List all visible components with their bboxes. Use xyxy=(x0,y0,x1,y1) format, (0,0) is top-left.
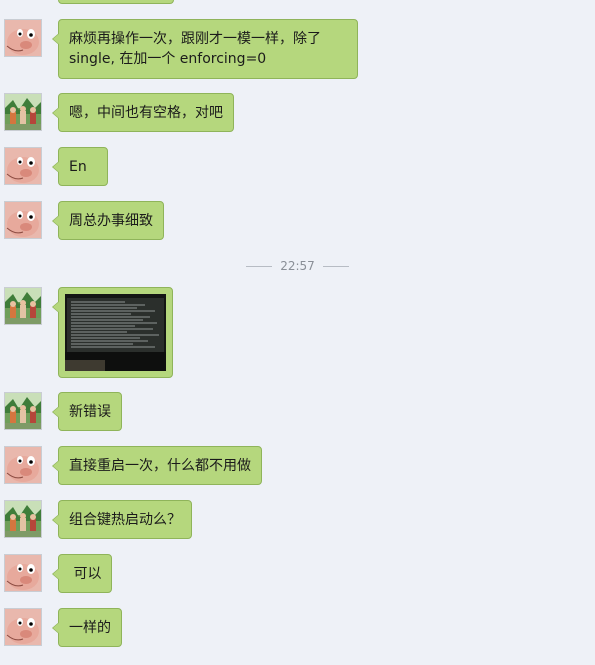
message-bubble[interactable]: 直接重启一次，什么都不用做 xyxy=(52,446,262,485)
image-message-bubble[interactable] xyxy=(52,287,173,378)
message-bubble[interactable]: 组合键热启动么？ xyxy=(52,500,192,539)
photo-avatar-icon[interactable] xyxy=(4,500,42,538)
message-bubble[interactable]: En xyxy=(52,147,108,186)
pig-avatar-icon[interactable] xyxy=(4,147,42,185)
message-text: 周总办事细致 xyxy=(69,213,153,229)
message-bubble[interactable]: 可以 xyxy=(51,554,113,593)
message-text: single, 在加一个 enforcing=0 xyxy=(69,51,267,67)
pig-avatar-icon[interactable] xyxy=(4,608,42,646)
message-text: 可以 xyxy=(69,566,102,582)
pig-avatar-icon[interactable] xyxy=(4,19,42,57)
message-text: 组合键热启动么？ xyxy=(69,512,181,528)
terminal-screen-photo[interactable] xyxy=(65,294,166,371)
timestamp-label: 22:57 xyxy=(280,259,315,273)
photo-avatar-icon[interactable] xyxy=(4,287,42,325)
message-bubble[interactable]: 嗯，中间也有空格，对吧 xyxy=(52,93,234,132)
message-bubble[interactable]: 麻烦再操作一次，跟刚才一模一样，除了 single, 在加一个 enforcin… xyxy=(52,19,358,79)
timestamp-separator: 22:57 xyxy=(0,257,595,275)
pig-avatar-icon[interactable] xyxy=(4,446,42,484)
pig-avatar-icon[interactable] xyxy=(4,201,42,239)
message-bubble[interactable]: 一样的 xyxy=(52,608,122,647)
message-text: 嗯，中间也有空格，对吧 xyxy=(69,105,223,121)
chat-history[interactable]: 麻烦再操作一次，跟刚才一模一样，除了 single, 在加一个 enforcin… xyxy=(0,0,595,665)
photo-avatar-icon[interactable] xyxy=(4,392,42,430)
separator-line xyxy=(246,266,273,267)
pig-avatar-icon[interactable] xyxy=(4,554,42,592)
separator-line xyxy=(322,266,349,267)
photo-avatar-icon[interactable] xyxy=(4,93,42,131)
partial-message-bubble xyxy=(58,0,174,4)
message-text: En xyxy=(69,159,87,175)
message-bubble[interactable]: 周总办事细致 xyxy=(52,201,164,240)
message-text: 直接重启一次，什么都不用做 xyxy=(69,458,251,474)
message-bubble[interactable]: 新错误 xyxy=(52,392,122,431)
message-text: 麻烦再操作一次，跟刚才一模一样，除了 xyxy=(69,31,321,47)
message-text: 一样的 xyxy=(69,620,111,636)
message-text: 新错误 xyxy=(69,404,111,420)
